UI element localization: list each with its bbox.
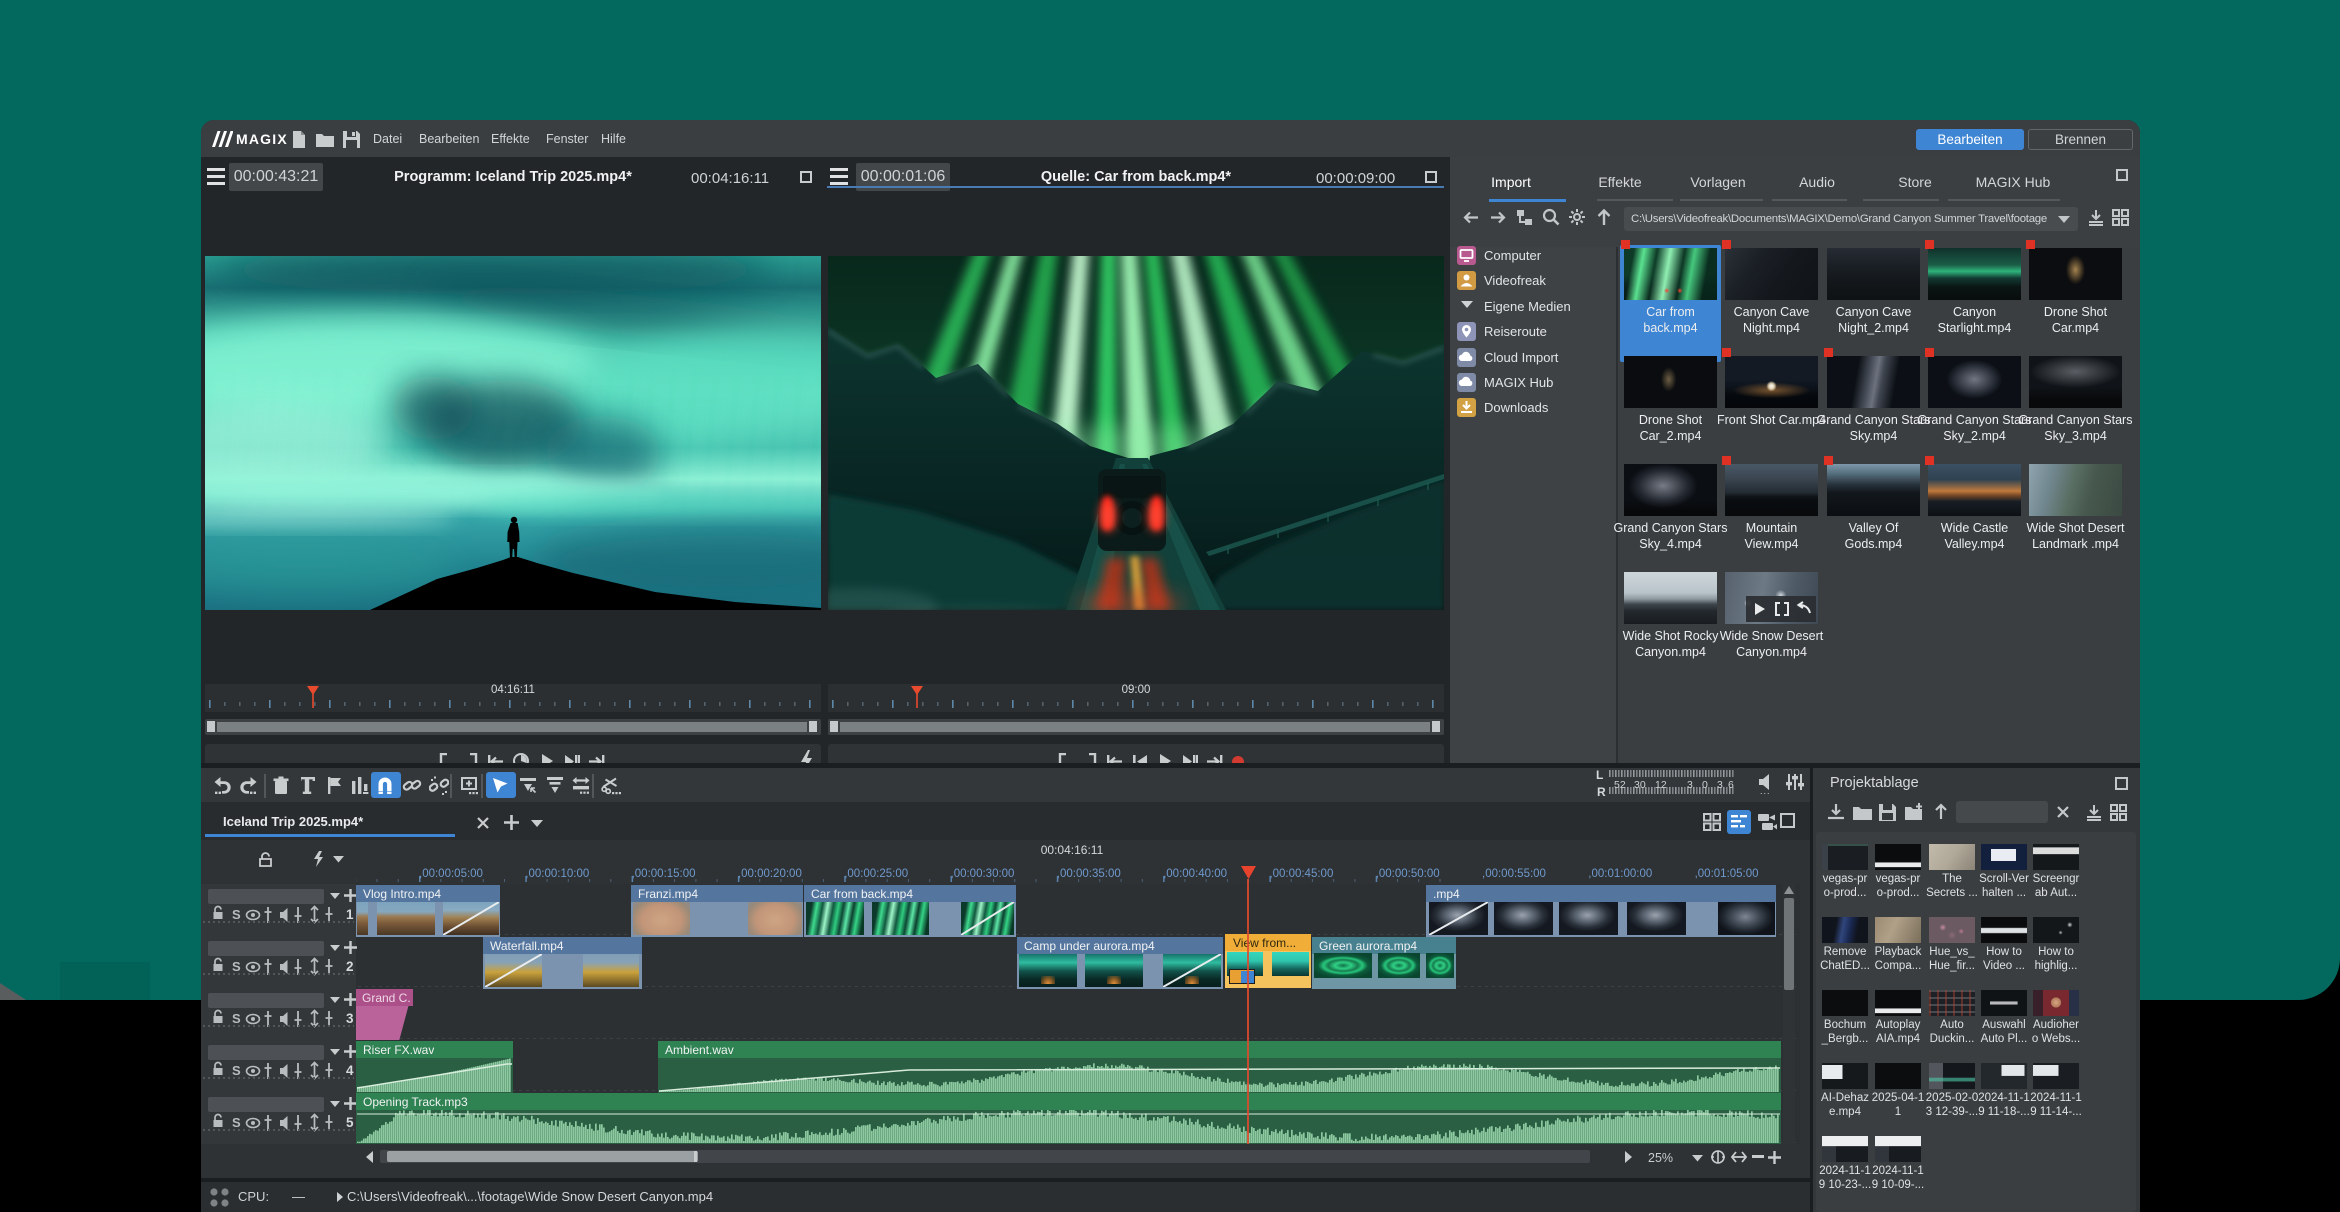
svg-text:S: S: [232, 907, 241, 922]
svg-text:S: S: [232, 1011, 241, 1026]
svg-text:S: S: [232, 1063, 241, 1078]
svg-text:S: S: [232, 1115, 241, 1130]
svg-text:S: S: [232, 959, 241, 974]
